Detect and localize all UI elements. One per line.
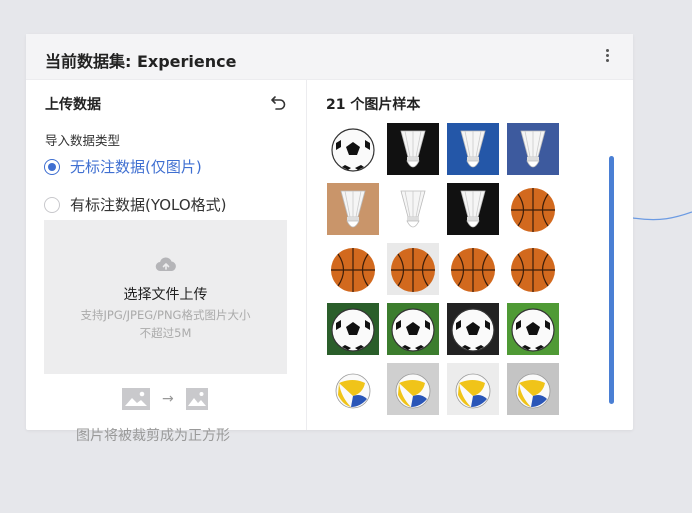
sample-thumbnail[interactable] <box>507 243 559 295</box>
samples-scrollbar[interactable] <box>609 156 614 404</box>
sample-volleyball-image <box>327 363 379 415</box>
sample-soccer-image <box>387 303 439 355</box>
panel-header: 当前数据集: Experience <box>26 34 633 80</box>
sample-thumbnail[interactable] <box>327 183 379 235</box>
upload-section: 上传数据 导入数据类型 无标注数据(仅图片) 有标注数据(YOLO格式) 选择文… <box>26 80 306 430</box>
sample-thumbnail[interactable] <box>327 243 379 295</box>
sample-thumbnail[interactable] <box>327 363 379 415</box>
sample-shuttlecock-image <box>327 183 379 235</box>
sample-thumbnail[interactable] <box>507 183 559 235</box>
sample-basketball-image <box>387 243 439 295</box>
undo-icon[interactable] <box>270 93 288 111</box>
sample-thumbnail[interactable] <box>327 303 379 355</box>
samples-section: 21 个图片样本 <box>306 80 633 430</box>
sample-soccer-image <box>327 123 379 175</box>
sample-volleyball-image <box>387 363 439 415</box>
radio-unlabeled[interactable]: 无标注数据(仅图片) <box>44 156 202 177</box>
radio-button[interactable] <box>44 196 60 213</box>
arrow-right-icon: → <box>162 391 174 407</box>
crop-note: 图片将被裁剪成为正方形 <box>76 428 230 444</box>
dataset-panel: 当前数据集: Experience 上传数据 导入数据类型 无标注数据(仅图片)… <box>26 34 633 430</box>
radio-label-unlabeled: 无标注数据(仅图片) <box>70 158 202 176</box>
sample-shuttlecock-image <box>447 123 499 175</box>
sample-thumbnail[interactable] <box>387 303 439 355</box>
sample-thumbnail[interactable] <box>387 363 439 415</box>
sample-soccer-image <box>327 303 379 355</box>
upload-title: 上传数据 <box>45 97 101 113</box>
sample-thumbnail[interactable] <box>507 303 559 355</box>
sample-thumbnail[interactable] <box>447 243 499 295</box>
sample-shuttlecock-image <box>447 183 499 235</box>
sample-volleyball-image <box>507 363 559 415</box>
more-vertical-icon[interactable] <box>603 47 611 67</box>
dropzone-hint-line2: 不超过5M <box>139 326 192 340</box>
sample-basketball-image <box>447 243 499 295</box>
sample-thumbnail[interactable] <box>447 363 499 415</box>
sample-basketball-image <box>327 243 379 295</box>
dropzone-hint: 支持JPG/JPEG/PNG格式图片大小 不超过5M <box>44 306 287 342</box>
sample-thumbnail[interactable] <box>327 123 379 175</box>
import-type-label: 导入数据类型 <box>45 133 121 148</box>
sample-soccer-image <box>447 303 499 355</box>
sample-shuttlecock-image <box>507 123 559 175</box>
sample-basketball-image <box>507 243 559 295</box>
sample-thumbnail[interactable] <box>507 363 559 415</box>
cloud-upload-icon <box>155 257 176 272</box>
radio-labeled-yolo[interactable]: 有标注数据(YOLO格式) <box>44 194 226 215</box>
image-icon <box>122 388 150 410</box>
square-image-icon <box>185 388 208 410</box>
samples-title: 21 个图片样本 <box>326 97 421 113</box>
sample-thumbnail[interactable] <box>447 183 499 235</box>
sample-thumbnail[interactable] <box>507 123 559 175</box>
sample-thumbnail[interactable] <box>387 243 439 295</box>
sample-shuttlecock-image <box>387 183 439 235</box>
sample-thumbnail[interactable] <box>447 123 499 175</box>
crop-illustration: → <box>122 388 208 410</box>
samples-grid <box>327 123 559 415</box>
dropzone-title: 选择文件上传 <box>123 287 208 303</box>
sample-volleyball-image <box>447 363 499 415</box>
radio-label-yolo: 有标注数据(YOLO格式) <box>70 196 227 214</box>
sample-shuttlecock-image <box>387 123 439 175</box>
sample-thumbnail[interactable] <box>387 123 439 175</box>
panel-title: 当前数据集: Experience <box>45 52 237 71</box>
dropzone-hint-line1: 支持JPG/JPEG/PNG格式图片大小 <box>80 308 251 322</box>
sample-soccer-image <box>507 303 559 355</box>
sample-thumbnail[interactable] <box>447 303 499 355</box>
sample-thumbnail[interactable] <box>387 183 439 235</box>
radio-button-checked[interactable] <box>44 158 60 175</box>
upload-dropzone[interactable]: 选择文件上传 支持JPG/JPEG/PNG格式图片大小 不超过5M <box>44 220 287 374</box>
sample-basketball-image <box>507 183 559 235</box>
